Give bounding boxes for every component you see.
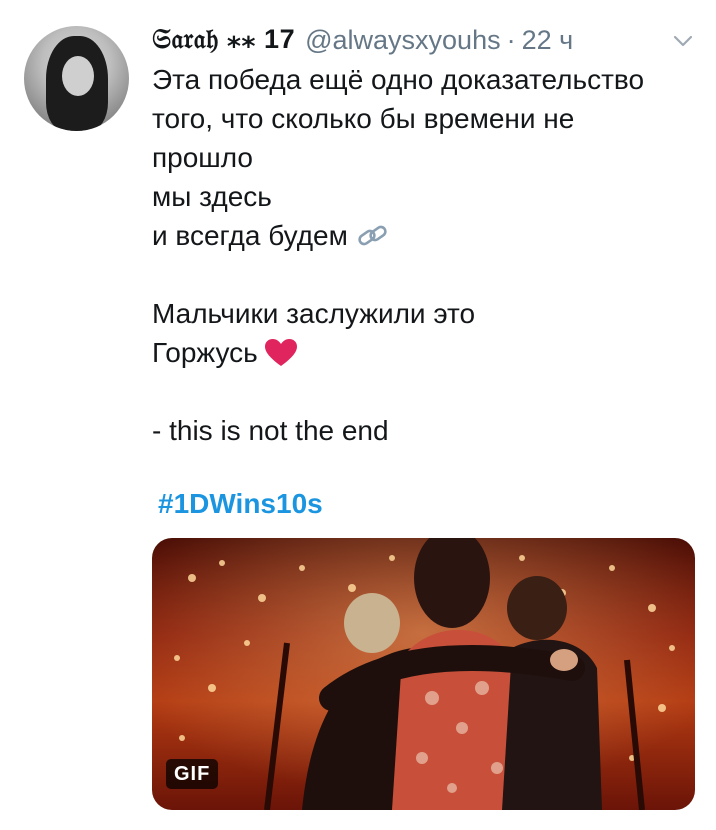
heart-icon (264, 339, 297, 366)
chevron-down-icon[interactable] (672, 30, 694, 52)
separator-dot: · (506, 24, 516, 55)
gif-badge: GIF (166, 759, 219, 789)
tweet-line: Эта победа ещё одно доказательство (152, 64, 645, 95)
tweet-line: прошло (152, 142, 253, 173)
tweet-line: мы здесь (152, 181, 272, 212)
link-icon (358, 225, 387, 246)
tweet-header: 𝔖𝔞𝔯𝔞𝔥 ⁎⁎ 17 @alwaysxyouhs · 22 ч (152, 22, 573, 58)
gif-media[interactable] (152, 538, 695, 810)
tweet-line (152, 255, 697, 294)
tweet-line: Горжусь (152, 333, 697, 372)
display-name[interactable]: 𝔖𝔞𝔯𝔞𝔥 ⁎⁎ 17 (152, 24, 295, 56)
tweet-line: Мальчики заслужили это (152, 298, 476, 329)
user-handle[interactable]: @alwaysxyouhs (305, 25, 501, 56)
timestamp[interactable]: 22 ч (522, 25, 574, 56)
tweet-line: - this is not the end (152, 415, 389, 446)
tweet-line: и всегда будем (152, 216, 697, 255)
avatar[interactable] (24, 26, 129, 131)
tweet-text: Эта победа ещё одно доказательство того,… (152, 60, 697, 450)
tweet-line: того, что сколько бы времени не (152, 103, 575, 134)
gif-frame (152, 538, 695, 810)
avatar-face (62, 56, 94, 96)
hashtag-link[interactable]: #1DWins10s (158, 488, 323, 520)
tweet-line (152, 372, 697, 411)
